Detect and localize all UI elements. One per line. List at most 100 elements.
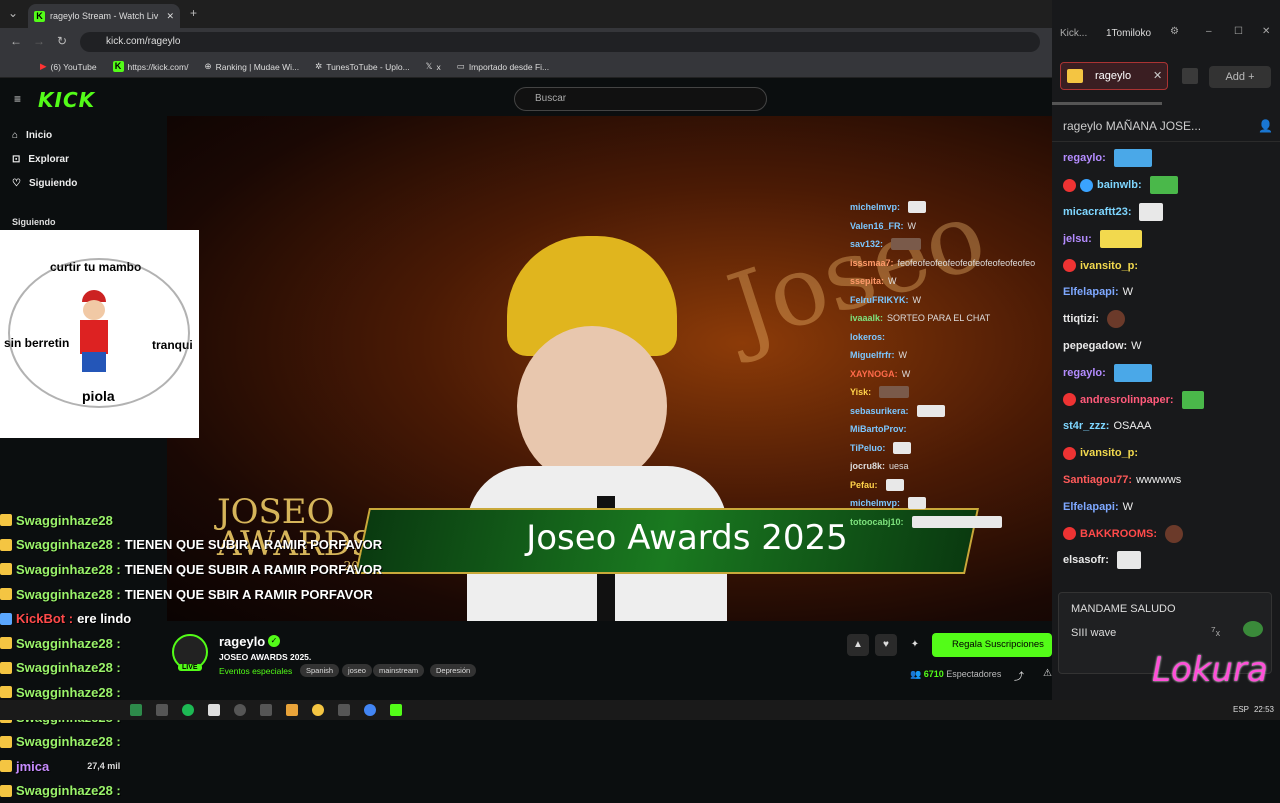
- bookmark-x[interactable]: 𝕏x: [426, 61, 441, 72]
- tag-depresion[interactable]: Depresión: [430, 664, 477, 677]
- app-icon[interactable]: [234, 704, 246, 716]
- app-icon[interactable]: [130, 704, 142, 716]
- share-icon[interactable]: ⤴: [1014, 668, 1024, 683]
- bookmark-mudae[interactable]: ⊕ Ranking | Mudae Wi...: [204, 61, 299, 72]
- kick-logo[interactable]: KICK: [38, 88, 95, 112]
- overlay-line: jmica 27,4 mil: [0, 754, 440, 779]
- kick-page: ≡ KICK Buscar ⌂ Inicio ⊡ Explorar ♡ Siguien…: [0, 78, 1055, 798]
- tag-joseo[interactable]: joseo: [342, 664, 372, 677]
- overlay-chat-line: Yisk:: [850, 383, 1055, 402]
- forward-icon[interactable]: →: [33, 34, 45, 48]
- back-icon[interactable]: ←: [10, 34, 22, 48]
- folder-icon: ▭: [456, 61, 465, 71]
- overlay-chat-line: Valen16_FR: W: [850, 220, 917, 231]
- overlay-line: Swagginhaze28 :: [0, 779, 440, 803]
- chat-message: ivansito_p:: [1063, 440, 1278, 467]
- chat-message: elsasofr:: [1063, 547, 1278, 574]
- chat-message: regaylo:: [1063, 145, 1278, 172]
- app-icon[interactable]: [286, 704, 298, 716]
- overlay-chat-line: FelruFRIKYK: W: [850, 294, 921, 305]
- chat-message: micacraftt23:: [1063, 199, 1278, 226]
- app-icon[interactable]: [312, 704, 324, 716]
- maximize-icon[interactable]: ☐: [1234, 26, 1243, 37]
- url-field[interactable]: kick.com/rageylo: [80, 32, 1040, 52]
- stream-title: JOSEO AWARDS 2025.: [219, 652, 312, 662]
- overlay-chat-line: michelmvp:: [850, 494, 1055, 513]
- chat-message: andresrolinpaper:: [1063, 386, 1278, 413]
- bookmark-imported[interactable]: ▭ Importado desde Fi...: [457, 61, 549, 72]
- settings-gear-icon[interactable]: ⚙: [1170, 26, 1179, 37]
- report-icon[interactable]: ⚠: [1043, 668, 1052, 679]
- streamer-name[interactable]: rageylo: [219, 634, 265, 649]
- bookmark-tunestotube[interactable]: ✲ TunesToTube - Uplo...: [315, 61, 410, 72]
- minimize-icon[interactable]: –: [1206, 26, 1212, 37]
- nav-siguiendo[interactable]: ♡ Siguiendo: [12, 178, 77, 189]
- overlay-line: Swagginhaze28 :: [0, 729, 440, 754]
- chat-message: BAKKROOMS:: [1063, 520, 1278, 547]
- banner-title: Joseo Awards 2025: [526, 518, 848, 558]
- chat-message: ivansito_p:: [1063, 252, 1278, 279]
- bookmark-kick[interactable]: Khttps://kick.com/: [112, 61, 188, 72]
- verified-icon: ✓: [268, 635, 280, 647]
- chat-message: ttiqtizi:: [1063, 306, 1278, 333]
- kick-icon[interactable]: [390, 704, 402, 716]
- close-icon[interactable]: ✕: [1262, 26, 1270, 37]
- overlay-line: Swagginhaze28 : TIENEN QUE SUBIR A RAMIR …: [0, 557, 440, 582]
- nav-inicio[interactable]: ⌂ Inicio: [12, 130, 52, 141]
- bookmark-youtube[interactable]: ▶ (6) YouTube: [40, 61, 97, 72]
- tag-mainstream[interactable]: mainstream: [373, 664, 425, 677]
- overlay-chat-line: michelmvp:: [850, 198, 1055, 217]
- app-icon[interactable]: [156, 704, 168, 716]
- overlay-chat-line: isssmaa7: feofeofeofeofeofeofeofeofeofeof…: [850, 257, 1036, 268]
- home-icon: ⌂: [12, 130, 19, 141]
- app-icon[interactable]: [338, 704, 350, 716]
- overlay-chat-line: XAYNOGA: W: [850, 368, 911, 379]
- overlay-line: Swagginhaze28 : TIENEN QUE SUBIR A RAMIR …: [0, 533, 440, 558]
- overlay-chat-line: Miguelfrfr: W: [850, 350, 907, 361]
- gift-subs-button[interactable]: Regala Suscripciones: [932, 633, 1052, 657]
- language-indicator[interactable]: ESP: [1233, 705, 1249, 714]
- reload-icon[interactable]: ↻: [57, 34, 67, 48]
- meme-image: curtir tu mambo sin berretin tranqui pio…: [0, 230, 199, 438]
- windows-taskbar: [0, 700, 1280, 720]
- tab-search-icon[interactable]: ⌄: [8, 6, 18, 20]
- bookmarks-bar: ▶ (6) YouTube Khttps://kick.com/ ⊕ Ranking…: [0, 56, 1052, 78]
- chat-window: Kick... 1Tomiloko ⚙ – ☐ ✕ rageylo ✕ Add …: [1052, 0, 1280, 700]
- following-heading: Siguiendo: [12, 217, 56, 227]
- follow-heart-icon[interactable]: ♥: [875, 634, 897, 656]
- file-icon[interactable]: [208, 704, 220, 716]
- browser-tab[interactable]: K rageylo Stream - Watch Liv ✕: [28, 4, 180, 28]
- heart-icon: ♡: [12, 178, 21, 189]
- app-icon[interactable]: [260, 704, 272, 716]
- emote-picker-icon[interactable]: [1243, 621, 1263, 637]
- chrome-icon[interactable]: [364, 704, 376, 716]
- chat-message: regaylo:: [1063, 359, 1278, 386]
- stream-category[interactable]: Eventos especiales: [219, 666, 292, 676]
- clock[interactable]: 22:53: [1254, 705, 1274, 714]
- channel-tab[interactable]: rageylo ✕: [1060, 62, 1168, 90]
- translate-icon[interactable]: ⁷ₓ: [1211, 623, 1220, 638]
- tab-close-icon[interactable]: ✕: [1153, 63, 1162, 89]
- overlay-chat-line: lokeros:: [850, 331, 886, 342]
- tab-close-icon[interactable]: ✕: [166, 11, 174, 22]
- gift-icon[interactable]: ✦: [904, 634, 926, 656]
- tag-spanish[interactable]: Spanish: [300, 664, 340, 677]
- pinned-text: SIII wave: [1071, 627, 1117, 639]
- user-icon[interactable]: 👤: [1258, 119, 1273, 133]
- account-name[interactable]: 1Tomiloko: [1106, 28, 1151, 39]
- x-logo-icon: 𝕏: [425, 61, 433, 71]
- search-input[interactable]: Buscar: [514, 87, 767, 111]
- spotify-icon[interactable]: [182, 704, 194, 716]
- overlay-chat-line: sav132:: [850, 235, 1055, 254]
- kick-icon: K: [112, 61, 124, 72]
- emote-icon[interactable]: [1182, 68, 1198, 84]
- chat-message: jelsu:: [1063, 225, 1278, 252]
- menu-icon[interactable]: ≡: [14, 92, 21, 106]
- browser-titlebar: ⌄ K rageylo Stream - Watch Liv ✕ +: [0, 0, 1052, 28]
- youtube-icon: ▶: [40, 61, 47, 71]
- compass-icon: ⊡: [12, 154, 21, 165]
- notification-bell-icon[interactable]: ▲: [847, 634, 869, 656]
- add-channel-button[interactable]: Add +: [1209, 66, 1271, 88]
- nav-explorar[interactable]: ⊡ Explorar: [12, 154, 69, 165]
- new-tab-icon[interactable]: +: [190, 6, 197, 20]
